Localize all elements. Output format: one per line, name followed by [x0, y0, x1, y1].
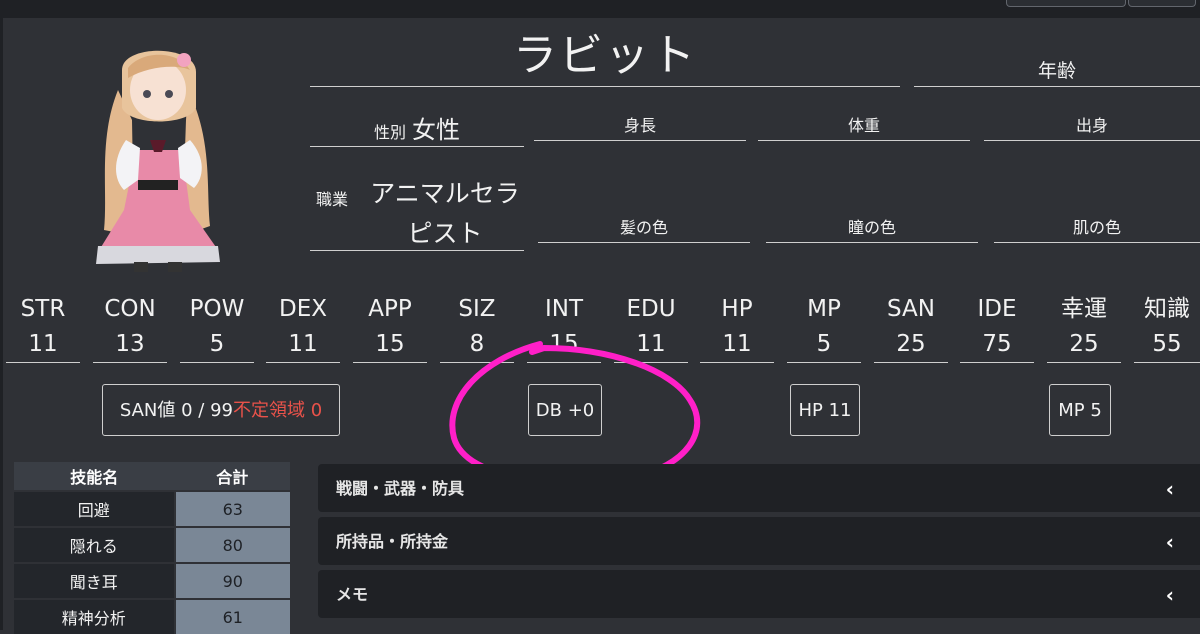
skill-total[interactable]: 61	[173, 598, 290, 634]
section-memo[interactable]: メモ ‹	[318, 570, 1200, 618]
san-status-button[interactable]: SAN値 0 / 99不定領域 0	[102, 384, 340, 436]
skill-name: 回避	[14, 490, 175, 527]
occupation-label: 職業	[316, 190, 349, 209]
stat-str: STR 11	[6, 292, 80, 363]
hair-color-field[interactable]: 髪の色	[538, 206, 750, 243]
san-value: SAN値 0 / 99	[119, 400, 233, 421]
chevron-left-icon: ‹	[1165, 530, 1174, 554]
stat-con: CON 13	[93, 292, 167, 363]
stat-mp: MP 5	[787, 292, 861, 363]
skills-table: 技能名 合計 回避 63 隠れる 80 聞き耳 90 精神分析 61	[14, 462, 290, 634]
section-title: 戦闘・武器・防具	[336, 479, 465, 498]
occupation-field[interactable]: 職業 アニマルセラピスト	[310, 170, 524, 251]
occupation-value: アニマルセラピスト	[370, 179, 520, 248]
stat-san: SAN 25	[874, 292, 948, 363]
skill-total[interactable]: 80	[173, 526, 290, 563]
skill-name-header[interactable]: 技能名	[14, 462, 175, 491]
height-field[interactable]: 身長	[534, 104, 746, 141]
mp-button[interactable]: MP 5	[1049, 384, 1111, 436]
skill-name: 精神分析	[14, 598, 175, 634]
table-row: 回避 63	[14, 490, 290, 527]
hp-button[interactable]: HP 11	[790, 384, 860, 436]
skill-total[interactable]: 63	[173, 490, 290, 527]
sex-label: 性別	[373, 123, 406, 142]
stat-pow: POW 5	[180, 292, 254, 363]
stat-dex: DEX 11	[266, 292, 340, 363]
stat-hp: HP 11	[700, 292, 774, 363]
section-combat-weapons-armor[interactable]: 戦闘・武器・防具 ‹	[318, 464, 1200, 512]
table-row: 聞き耳 90	[14, 562, 290, 599]
table-row: 精神分析 61	[14, 598, 290, 634]
sex-value: 女性	[412, 116, 460, 144]
stat-knowledge: 知識 55	[1134, 292, 1200, 363]
sex-field[interactable]: 性別 女性	[310, 110, 524, 147]
origin-field[interactable]: 出身	[984, 104, 1200, 141]
top-button-1[interactable]	[1006, 0, 1126, 7]
stat-app: APP 15	[353, 292, 427, 363]
section-items-money[interactable]: 所持品・所持金 ‹	[318, 517, 1200, 565]
eye-color-field[interactable]: 瞳の色	[766, 206, 978, 243]
indefinite-insanity: 不定領域 0	[232, 400, 323, 421]
chevron-left-icon: ‹	[1165, 477, 1174, 501]
top-button-2[interactable]	[1128, 0, 1196, 7]
character-portrait	[96, 50, 220, 272]
table-row: 隠れる 80	[14, 526, 290, 563]
weight-field[interactable]: 体重	[758, 104, 970, 141]
skill-total[interactable]: 90	[173, 562, 290, 599]
character-name[interactable]: ラビット	[310, 26, 900, 87]
skill-name: 隠れる	[14, 526, 175, 563]
skill-name: 聞き耳	[14, 562, 175, 599]
stat-ide: IDE 75	[960, 292, 1034, 363]
skill-total-header[interactable]: 合計	[174, 462, 290, 491]
chevron-left-icon: ‹	[1165, 583, 1174, 607]
left-frame	[0, 18, 3, 630]
age-field[interactable]: 年齢	[914, 52, 1200, 87]
stat-luck: 幸運 25	[1047, 292, 1121, 363]
skin-color-field[interactable]: 肌の色	[994, 206, 1200, 243]
section-title: 所持品・所持金	[336, 532, 449, 551]
section-title: メモ	[336, 585, 369, 604]
